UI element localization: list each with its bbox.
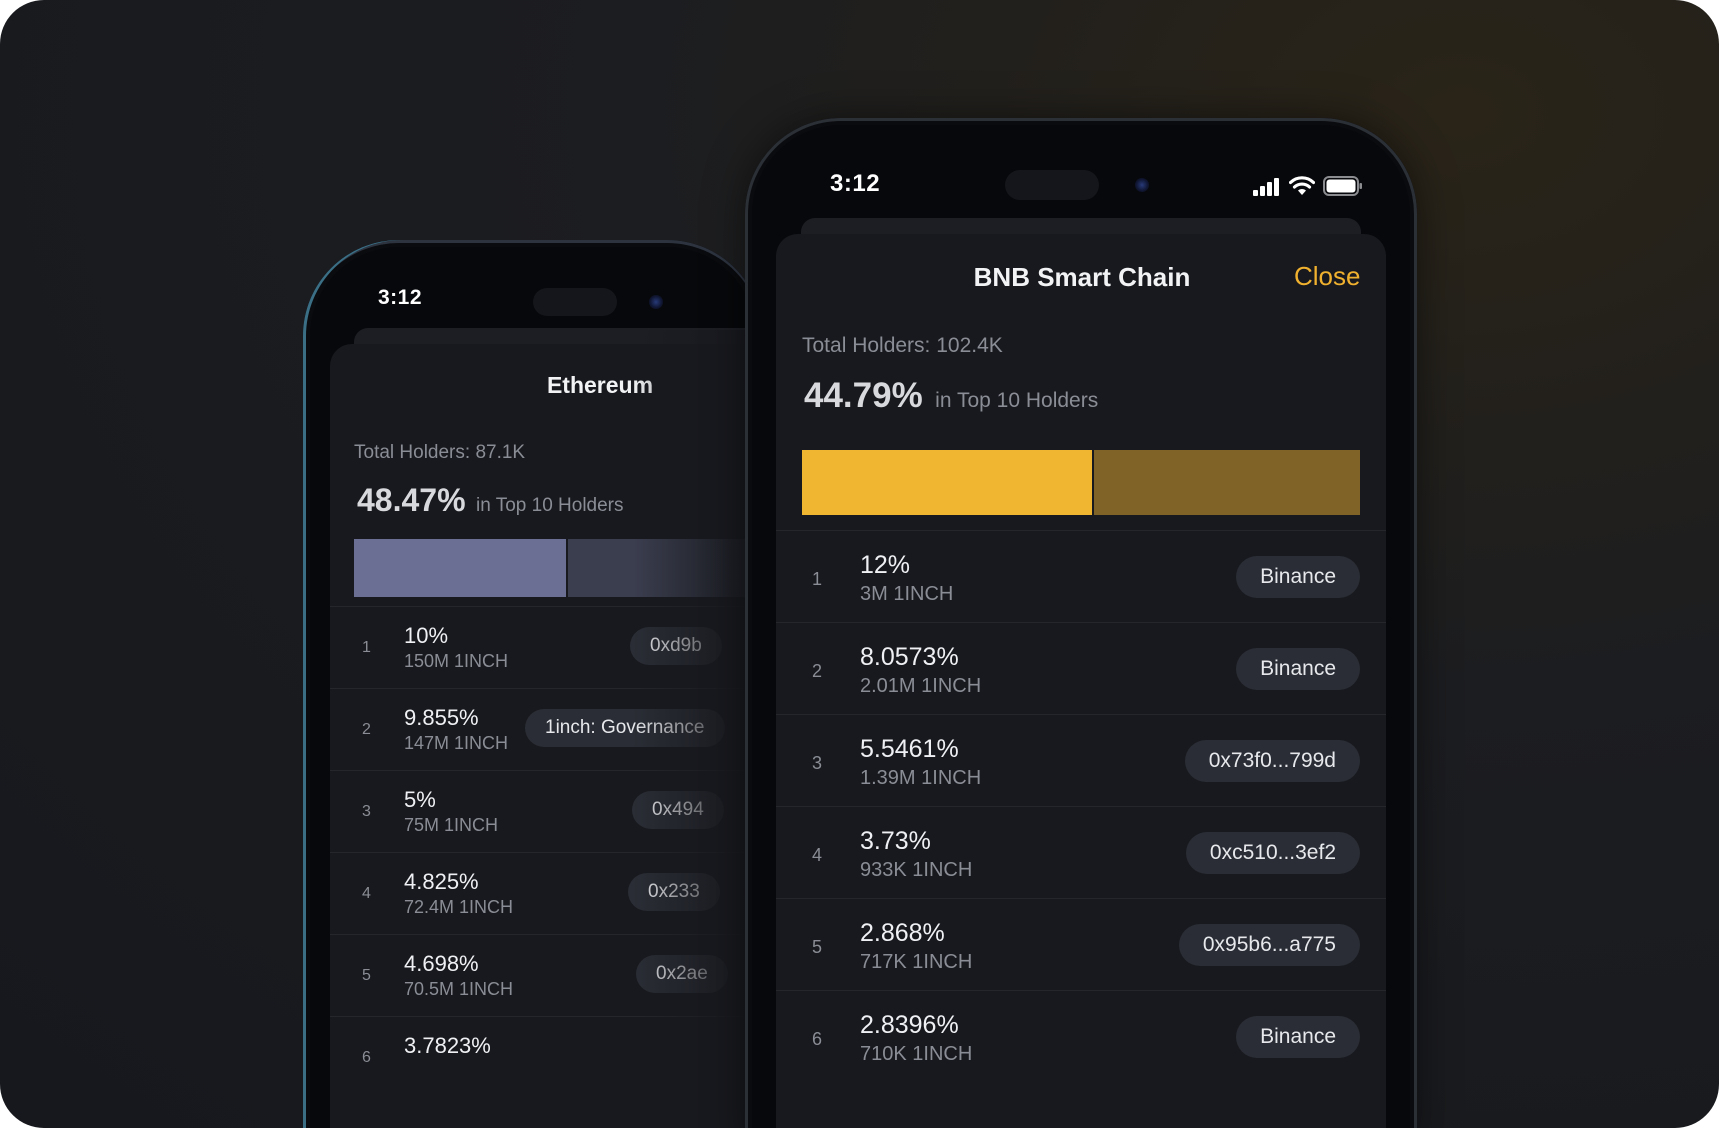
holder-amount: 933K 1INCH <box>860 859 973 881</box>
bar-top-holders <box>802 450 1092 515</box>
holder-rank: 5 <box>362 967 371 984</box>
holder-rank: 1 <box>812 569 823 589</box>
holder-row[interactable]: 6 2.8396% 710K 1INCH Binance <box>776 990 1386 1083</box>
top-holders-summary: 44.79% in Top 10 Holders <box>804 376 1098 416</box>
holder-percent: 3.7823% <box>404 1033 491 1058</box>
status-time: 3:12 <box>378 286 423 309</box>
bar-other-holders <box>1093 450 1360 515</box>
holder-amount: 147M 1INCH <box>404 733 509 753</box>
holder-tag[interactable]: 0x95b6...a775 <box>1178 924 1360 966</box>
holder-tag[interactable]: Binance <box>1236 648 1360 690</box>
holder-amount: 72.4M 1INCH <box>404 897 514 917</box>
wifi-icon <box>1289 176 1315 195</box>
concentration-bar <box>802 450 1360 515</box>
battery-icon <box>1323 176 1362 196</box>
holder-rank: 6 <box>812 1029 823 1049</box>
holder-amount: 3M 1INCH <box>860 583 954 605</box>
holder-tag[interactable]: Binance <box>1236 1016 1360 1058</box>
holder-percent: 4.825% <box>404 869 479 894</box>
holder-percent: 9.855% <box>404 705 479 730</box>
holder-rank: 4 <box>812 845 823 865</box>
holder-amount: 710K 1INCH <box>860 1043 973 1065</box>
top-holders-summary: 48.47% in Top 10 Holders <box>357 482 624 519</box>
holder-tag[interactable]: Binance <box>1236 556 1360 598</box>
holder-rank: 1 <box>362 639 371 656</box>
top-holders-percent: 48.47% <box>357 482 466 518</box>
top-holders-note: in Top 10 Holders <box>475 495 624 516</box>
holder-percent: 2.8396% <box>860 1011 959 1039</box>
holder-rank: 2 <box>362 721 371 738</box>
holder-amount: 717K 1INCH <box>860 951 973 973</box>
close-button[interactable]: Close <box>1294 261 1360 292</box>
holder-amount: 70.5M 1INCH <box>404 979 514 999</box>
holder-percent: 4.698% <box>404 951 479 976</box>
holder-row[interactable]: 3 5.5461% 1.39M 1INCH 0x73f0...799d <box>776 714 1386 807</box>
holder-percent: 12% <box>860 551 911 579</box>
total-holders: Total Holders: 87.1K <box>354 442 526 463</box>
holder-rank: 6 <box>362 1049 371 1066</box>
holders-sheet: BNB Smart Chain Close Total Holders: 102… <box>776 234 1386 1128</box>
dynamic-island <box>533 288 617 316</box>
holder-percent: 5% <box>404 787 436 812</box>
holder-tag[interactable]: 0xc510...3ef2 <box>1185 832 1360 874</box>
holder-row[interactable]: 1 12% 3M 1INCH Binance <box>776 530 1386 623</box>
holder-percent: 3.73% <box>860 827 931 855</box>
holder-row[interactable]: 2 8.0573% 2.01M 1INCH Binance <box>776 622 1386 715</box>
dynamic-island <box>1005 170 1099 200</box>
showcase-canvas: 3:12 Ethereum Total Holders: 87.1K 48.47… <box>0 0 1719 1128</box>
status-icons <box>1253 176 1363 196</box>
holder-rank: 3 <box>812 753 823 773</box>
holder-row[interactable]: 4 3.73% 933K 1INCH 0xc510...3ef2 <box>776 806 1386 899</box>
phone-ethereum: 3:12 Ethereum Total Holders: 87.1K 48.47… <box>303 240 774 1128</box>
status-time: 3:12 <box>830 170 881 197</box>
holder-row[interactable]: 5 2.868% 717K 1INCH 0x95b6...a775 <box>776 898 1386 991</box>
holder-percent: 10% <box>404 623 449 648</box>
holder-tag[interactable]: 0x73f0...799d <box>1184 740 1360 782</box>
holder-rank: 5 <box>812 937 823 957</box>
holder-rank: 2 <box>812 661 823 681</box>
signal-icon <box>1253 178 1279 196</box>
holder-rank: 4 <box>362 885 371 902</box>
holder-rank: 3 <box>362 803 371 820</box>
holder-percent: 2.868% <box>860 919 945 947</box>
holder-amount: 150M 1INCH <box>404 651 509 671</box>
holder-percent: 5.5461% <box>860 735 959 763</box>
holder-amount: 2.01M 1INCH <box>860 675 982 697</box>
bar-top-holders <box>354 539 566 597</box>
holder-amount: 1.39M 1INCH <box>860 767 982 789</box>
top-holders-percent: 44.79% <box>804 376 923 415</box>
total-holders: Total Holders: 102.4K <box>802 334 1003 357</box>
holder-amount: 75M 1INCH <box>404 815 499 835</box>
camera-icon <box>649 295 663 309</box>
phone-bnb-smart-chain: 3:12 BNB Smart Chain Close Total Holders… <box>745 118 1417 1128</box>
camera-icon <box>1135 178 1149 192</box>
top-holders-note: in Top 10 Holders <box>935 389 1099 412</box>
holder-percent: 8.0573% <box>860 643 959 671</box>
